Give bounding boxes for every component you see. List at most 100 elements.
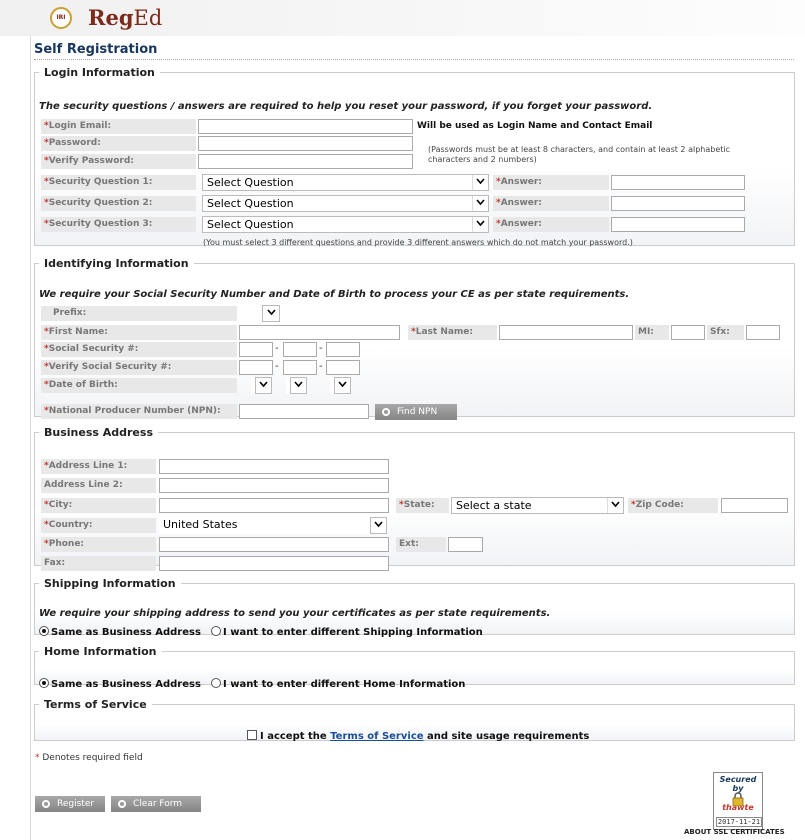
shipping-different-option[interactable]: I want to enter different Shipping Infor… <box>211 626 483 638</box>
identifying-section: Identifying Information We require your … <box>34 257 795 420</box>
radio-unselected-icon[interactable] <box>211 626 221 636</box>
ssn-dash: - <box>275 343 279 354</box>
terms-section: Terms of Service I accept the Terms of S… <box>34 698 795 742</box>
sfx-input[interactable] <box>746 325 780 340</box>
chevron-down-icon <box>264 306 279 321</box>
prefix-label: Prefix: <box>41 306 237 321</box>
circle-icon <box>118 800 126 808</box>
chevron-down-icon <box>334 377 351 394</box>
verify-password-input[interactable] <box>198 154 413 169</box>
address-line-1-input[interactable] <box>159 459 389 474</box>
clear-form-button[interactable]: Clear Form <box>111 796 201 812</box>
phone-label: *Phone: <box>41 537 156 552</box>
ssn-label: *Social Security #: <box>41 342 237 357</box>
last-name-label: *Last Name: <box>408 325 497 340</box>
address-line-2-input[interactable] <box>159 478 389 493</box>
first-name-input[interactable] <box>239 325 400 340</box>
answer-2-label: *Answer: <box>493 196 609 211</box>
required-field-note: * Denotes required field <box>35 753 143 763</box>
login-legend: Login Information <box>44 66 155 79</box>
page-title: Self Registration <box>34 42 158 57</box>
fax-label: Fax: <box>41 556 156 571</box>
chevron-down-icon <box>472 196 488 211</box>
npn-input[interactable] <box>239 404 369 419</box>
shipping-section: Shipping Information We require your shi… <box>34 577 795 638</box>
radio-unselected-icon[interactable] <box>211 678 221 688</box>
terms-legend: Terms of Service <box>44 698 147 711</box>
chevron-down-icon <box>255 377 272 394</box>
radio-selected-icon[interactable] <box>39 626 49 636</box>
prefix-select[interactable] <box>262 305 280 322</box>
address-line-1-label: *Address Line 1: <box>41 459 156 474</box>
chevron-down-icon <box>472 217 488 232</box>
ext-input[interactable] <box>448 537 483 552</box>
security-question-3-select[interactable]: Select Question <box>202 216 489 233</box>
answer-3-label: *Answer: <box>493 217 609 232</box>
fax-input[interactable] <box>159 556 389 571</box>
mi-input[interactable] <box>671 325 705 340</box>
answer-3-input[interactable] <box>611 217 745 232</box>
phone-input[interactable] <box>159 537 389 552</box>
ssn-dash: - <box>319 361 323 372</box>
security-question-3-label: *Security Question 3: <box>41 217 196 232</box>
thawte-seal[interactable]: Secured by thawte 2017-11-21 <box>713 772 763 830</box>
login-email-label: *Login Email: <box>41 119 196 134</box>
verify-ssn-part-2[interactable] <box>283 360 317 375</box>
register-button[interactable]: Register <box>35 796 105 812</box>
ext-label: Ext: <box>396 537 446 552</box>
header-bar: IRI RegEd <box>0 0 805 36</box>
circle-icon <box>42 800 50 808</box>
about-ssl-link[interactable]: ABOUT SSL CERTIFICATES <box>684 828 785 836</box>
security-question-2-label: *Security Question 2: <box>41 196 196 211</box>
chevron-down-icon <box>290 377 307 394</box>
zip-code-label: *Zip Code: <box>628 498 718 513</box>
ssn-part-2[interactable] <box>283 342 317 357</box>
city-input[interactable] <box>159 498 389 513</box>
login-intro: The security questions / answers are req… <box>39 101 653 112</box>
terms-of-service-link[interactable]: Terms of Service <box>330 731 423 742</box>
dob-month-select[interactable] <box>251 377 272 394</box>
identifying-intro: We require your Social Security Number a… <box>39 289 630 300</box>
answer-2-input[interactable] <box>611 196 745 211</box>
city-label: *City: <box>41 498 156 513</box>
login-section: Login Information The security questions… <box>34 66 795 247</box>
home-legend: Home Information <box>44 645 157 658</box>
iri-logo: IRI <box>50 7 72 29</box>
find-npn-button[interactable]: Find NPN <box>375 404 457 420</box>
state-select[interactable]: Select a state <box>451 497 624 514</box>
security-question-1-select[interactable]: Select Question <box>202 174 489 191</box>
home-same-option[interactable]: Same as Business Address <box>39 678 201 690</box>
questions-note: (You must select 3 different questions a… <box>203 238 633 247</box>
identifying-legend: Identifying Information <box>44 257 189 270</box>
answer-1-input[interactable] <box>611 175 745 190</box>
password-label: *Password: <box>41 136 196 151</box>
padlock-icon <box>732 792 744 806</box>
terms-accept-row: I accept the Terms of Service and site u… <box>247 730 589 742</box>
verify-ssn-part-3[interactable] <box>326 360 360 375</box>
zip-code-input[interactable] <box>721 498 788 513</box>
ssn-part-1[interactable] <box>239 342 273 357</box>
business-legend: Business Address <box>44 426 153 439</box>
verify-ssn-label: *Verify Social Security #: <box>41 360 237 375</box>
security-question-2-select[interactable]: Select Question <box>202 195 489 212</box>
chevron-down-icon <box>472 175 488 190</box>
radio-selected-icon[interactable] <box>39 678 49 688</box>
npn-label: *National Producer Number (NPN): <box>41 404 237 419</box>
verify-password-label: *Verify Password: <box>41 154 196 169</box>
chevron-down-icon <box>607 498 623 513</box>
verify-ssn-part-1[interactable] <box>239 360 273 375</box>
chevron-down-icon <box>370 517 387 534</box>
country-select[interactable]: United States <box>159 517 387 534</box>
last-name-input[interactable] <box>499 325 633 340</box>
home-different-option[interactable]: I want to enter different Home Informati… <box>211 678 465 690</box>
title-divider <box>34 59 794 60</box>
password-input[interactable] <box>198 136 413 151</box>
ssn-part-3[interactable] <box>326 342 360 357</box>
dob-year-select[interactable] <box>330 377 351 394</box>
shipping-same-option[interactable]: Same as Business Address <box>39 626 201 638</box>
ssn-dash: - <box>319 343 323 354</box>
dob-label: *Date of Birth: <box>41 378 237 393</box>
terms-checkbox[interactable] <box>247 730 257 740</box>
login-email-input[interactable] <box>198 119 413 134</box>
dob-day-select[interactable] <box>286 377 307 394</box>
